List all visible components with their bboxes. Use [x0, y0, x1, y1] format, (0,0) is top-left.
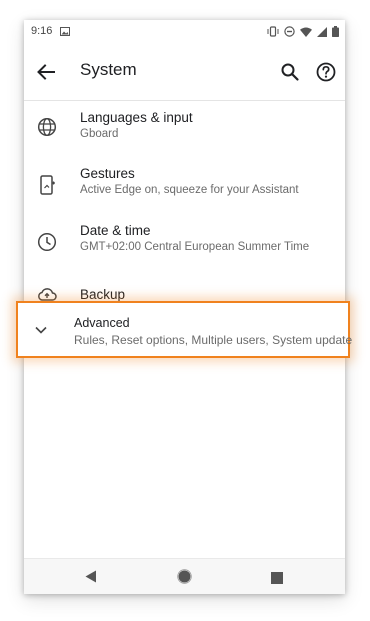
settings-item-subtitle: Active Edge on, squeeze for your Assista…: [80, 184, 299, 196]
settings-item-title: Backup: [80, 287, 126, 302]
dnd-icon: [284, 26, 295, 40]
app-bar: System: [24, 44, 345, 101]
globe-icon: [36, 116, 60, 140]
back-arrow-icon[interactable]: [34, 60, 58, 84]
battery-icon: [332, 26, 339, 40]
nav-recents-icon[interactable]: [271, 571, 283, 589]
settings-item-date-time[interactable]: Date & time GMT+02:00 Central European S…: [24, 213, 345, 270]
settings-item-subtitle: GMT+02:00 Central European Summer Time: [80, 241, 310, 253]
search-icon[interactable]: [278, 60, 302, 84]
navigation-bar: [24, 558, 345, 594]
settings-item-gestures[interactable]: Gestures Active Edge on, squeeze for you…: [24, 156, 345, 213]
status-time: 9:16: [31, 25, 53, 37]
settings-item-subtitle: Gboard: [80, 128, 119, 140]
settings-item-subtitle: Rules, Reset options, Multiple users, Sy…: [74, 333, 353, 347]
help-icon[interactable]: [314, 60, 338, 84]
settings-item-title: Date & time: [80, 223, 151, 238]
signal-icon: [317, 26, 327, 40]
vibrate-icon: [267, 26, 279, 40]
nav-back-icon[interactable]: [85, 570, 97, 588]
image-icon: [60, 27, 70, 39]
clock-icon: [36, 231, 60, 255]
settings-item-title: Advanced: [74, 316, 130, 330]
page-title: System: [80, 60, 137, 79]
wifi-icon: [300, 27, 312, 40]
settings-item-title: Gestures: [80, 166, 135, 181]
status-bar: 9:16: [24, 20, 345, 44]
nav-home-icon[interactable]: [177, 569, 192, 589]
chevron-down-icon: [30, 319, 52, 341]
settings-item-advanced[interactable]: Advanced Rules, Reset options, Multiple …: [16, 301, 353, 358]
settings-item-languages[interactable]: Languages & input Gboard: [24, 100, 345, 156]
settings-item-title: Languages & input: [80, 110, 193, 125]
phone-gesture-icon: [36, 174, 60, 198]
